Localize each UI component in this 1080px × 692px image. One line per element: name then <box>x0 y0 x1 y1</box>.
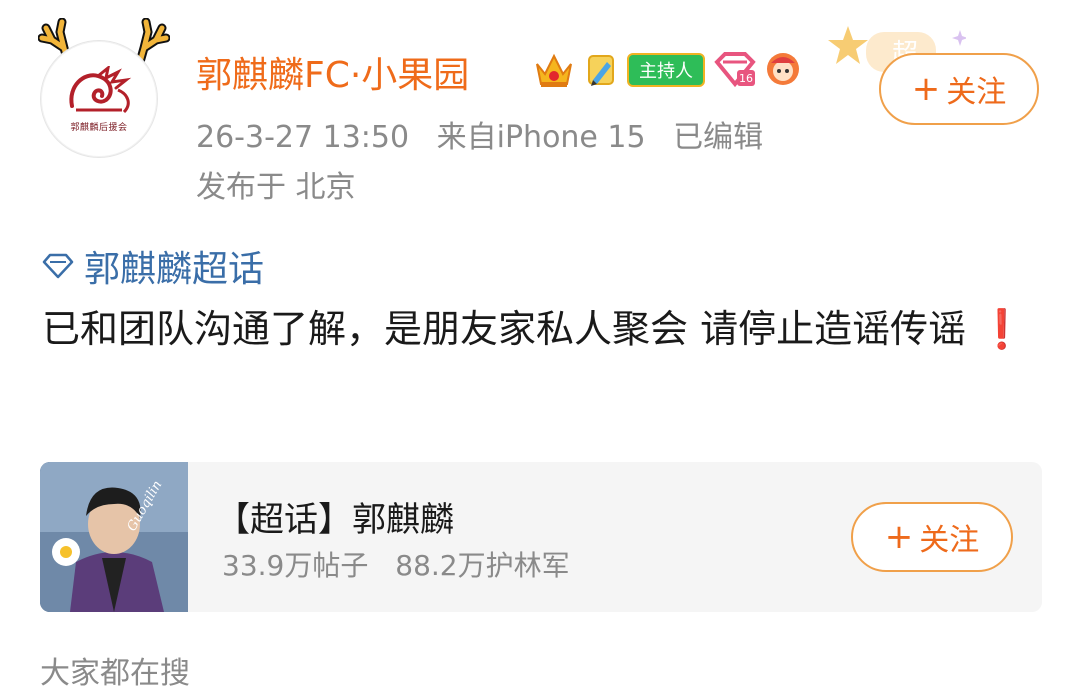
topic-label: 郭麒麟超话 <box>84 249 265 290</box>
avatar-text: 郭麒麟后援会 <box>70 122 128 133</box>
super-topic-follow-button[interactable]: + 关注 <box>851 502 1013 572</box>
super-topic-card[interactable]: Guoqilin 【超话】郭麒麟 33.9万帖子 88.2万护林军 + 关注 <box>40 462 1042 612</box>
pencil-badge-icon[interactable] <box>583 50 619 90</box>
post-text: 已和团队沟通了解，是朋友家私人聚会 请停止造谣传谣 <box>42 307 967 351</box>
post-date: 26-3-27 13:50 <box>196 120 410 155</box>
post-location: 发布于 北京 <box>196 170 356 205</box>
super-topic-icon <box>42 253 74 279</box>
follow-button[interactable]: + 关注 <box>879 53 1039 125</box>
username[interactable]: 郭麒麟FC·小果园 <box>196 46 469 98</box>
exclamation-emoji-icon: ❗ <box>978 307 1026 351</box>
super-topic-posts: 33.9万帖子 <box>222 549 369 582</box>
fanclub-logo-icon <box>69 65 132 113</box>
character-badge-icon[interactable] <box>765 51 801 89</box>
follow-label: 关注 <box>919 523 980 558</box>
super-topic-photo: Guoqilin <box>40 462 188 612</box>
svg-text:16: 16 <box>739 72 753 85</box>
plus-icon: + <box>884 517 914 557</box>
topic-link[interactable]: 郭麒麟超话 <box>42 240 264 292</box>
plus-icon: + <box>911 69 941 109</box>
diamond-level-badge-icon[interactable]: 16 <box>713 50 757 90</box>
follow-label: 关注 <box>946 75 1007 110</box>
user-badges: 主持人 16 <box>533 48 801 92</box>
avatar-area[interactable]: 郭麒麟后援会 <box>30 18 180 168</box>
super-topic-members: 88.2万护林军 <box>395 549 570 582</box>
crown-badge-icon[interactable] <box>533 50 575 90</box>
super-topic-title[interactable]: 【超话】郭麒麟 <box>216 492 454 541</box>
trending-search-label: 大家都在搜 <box>40 656 190 691</box>
super-topic-stats: 33.9万帖子 88.2万护林军 <box>222 544 588 584</box>
post-edited[interactable]: 已编辑 <box>673 120 763 155</box>
post-content: 已和团队沟通了解，是朋友家私人聚会 请停止造谣传谣 ❗ <box>42 300 1042 358</box>
post-source: 来自iPhone 15 <box>436 120 646 155</box>
host-badge[interactable]: 主持人 <box>627 53 705 87</box>
avatar[interactable]: 郭麒麟后援会 <box>40 40 158 158</box>
post-meta: 26-3-27 13:50 来自iPhone 15 已编辑 <box>196 112 781 156</box>
